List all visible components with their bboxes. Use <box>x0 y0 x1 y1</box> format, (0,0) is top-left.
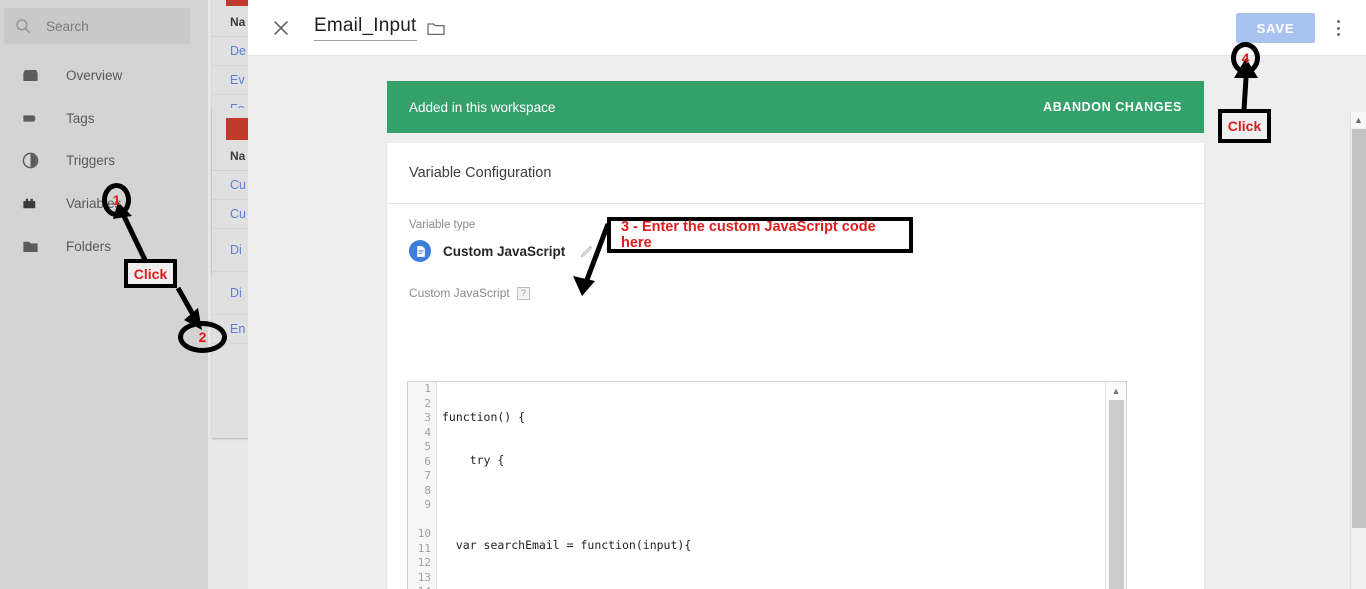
line-number-gutter: 1 2 3 4 5 6 7 8 9 10 11 12 13 14 <box>408 382 437 589</box>
page-scrollbar[interactable]: ▲ <box>1350 112 1366 589</box>
line-number: 4 <box>424 425 431 439</box>
line-number: 14 <box>408 585 436 589</box>
search-icon <box>14 17 32 35</box>
sidebar-item-label: Triggers <box>66 153 116 168</box>
chevron-up-icon[interactable]: ▲ <box>1106 382 1126 399</box>
code-line: var searchEmail = function(input){ <box>442 537 692 552</box>
line-number: 10 <box>417 527 431 540</box>
line-number: 11 <box>417 541 431 555</box>
chevron-up-icon[interactable]: ▲ <box>1351 112 1366 128</box>
workspace-banner: Added in this workspace ABANDON CHANGES <box>387 81 1204 133</box>
custom-javascript-field-header: Custom JavaScript ? <box>387 262 1204 300</box>
config-section-title: Variable Configuration <box>409 165 552 181</box>
close-icon[interactable] <box>270 17 292 39</box>
app-root: Na De Ev Fo Pa Pa Pa Re User-D Na Cu Cu … <box>0 0 1366 589</box>
sidebar-item-variables[interactable]: Variables <box>0 189 208 218</box>
line-number: 13 <box>417 570 431 584</box>
help-icon[interactable]: ? <box>516 286 530 300</box>
search-input[interactable]: Search <box>4 8 190 44</box>
sidebar-item-tags[interactable]: Tags <box>0 104 208 133</box>
variable-name-field[interactable]: Email_Input <box>314 15 417 41</box>
line-number: 7 <box>424 469 431 482</box>
sidebar-item-folders[interactable]: Folders <box>0 232 208 261</box>
search-placeholder: Search <box>46 18 89 34</box>
editor-scrollbar[interactable]: ▲ <box>1105 382 1126 589</box>
document-icon <box>409 240 431 262</box>
variable-type-label: Variable type <box>409 219 476 231</box>
save-button[interactable]: SAVE <box>1236 13 1315 43</box>
modal-header: Email_Input SAVE <box>248 0 1366 56</box>
line-number: 12 <box>417 556 431 569</box>
more-vertical-icon[interactable] <box>1328 18 1348 38</box>
variable-configuration-card: Variable Configuration Variable type Cus… <box>387 143 1204 589</box>
variable-type-row: Custom JavaScript <box>387 231 1204 262</box>
code-text[interactable]: function() { try { var searchEmail = fun… <box>438 382 1104 589</box>
sidebar-item-label: Folders <box>66 239 112 254</box>
variable-edit-modal: Email_Input SAVE Added in this workspace… <box>248 0 1366 589</box>
page-scrollbar-thumb[interactable] <box>1352 129 1366 528</box>
custom-javascript-label: Custom JavaScript <box>409 286 510 300</box>
sidebar-item-label: Overview <box>66 68 123 83</box>
tag-icon <box>20 109 40 129</box>
line-number: 5 <box>424 440 431 453</box>
sidebar-item-triggers[interactable]: Triggers <box>0 146 208 175</box>
line-number: 8 <box>424 483 431 497</box>
sidebar-item-label: Tags <box>66 111 95 126</box>
folder-icon <box>20 237 40 257</box>
code-line: try { <box>442 452 505 467</box>
banner-message: Added in this workspace <box>409 99 556 115</box>
line-number: 2 <box>424 396 431 410</box>
line-number: 1 <box>424 382 431 395</box>
sidebar: Search Overview Tags Triggers Variables … <box>0 0 208 589</box>
abandon-changes-button[interactable]: ABANDON CHANGES <box>1043 100 1182 114</box>
overview-icon <box>20 66 40 86</box>
code-line: function() { <box>442 410 526 424</box>
line-number: 3 <box>424 411 431 424</box>
editor-scrollbar-thumb[interactable] <box>1109 400 1124 589</box>
pencil-icon[interactable] <box>579 244 594 259</box>
folder-icon[interactable] <box>426 20 446 36</box>
variable-type-value: Custom JavaScript <box>443 243 566 259</box>
line-number: 6 <box>424 454 431 468</box>
sidebar-item-label: Variables <box>66 196 122 211</box>
variables-icon <box>20 194 40 214</box>
sidebar-item-overview[interactable]: Overview <box>0 61 208 90</box>
modal-body: Added in this workspace ABANDON CHANGES … <box>248 56 1366 589</box>
line-number: 9 <box>424 498 431 511</box>
trigger-icon <box>20 151 40 171</box>
code-editor[interactable]: 1 2 3 4 5 6 7 8 9 10 11 12 13 14 <box>407 381 1127 589</box>
